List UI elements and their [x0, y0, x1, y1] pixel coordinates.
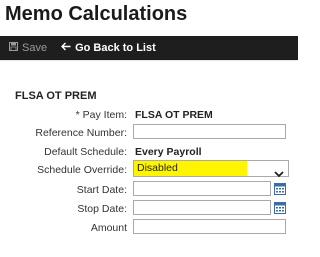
- save-button-label: Save: [22, 42, 48, 54]
- save-icon: [9, 42, 18, 54]
- reference-number-label: Reference Number:: [35, 127, 127, 139]
- default-schedule-label: Default Schedule:: [44, 146, 127, 158]
- reference-number-row: Reference Number:: [0, 124, 298, 143]
- go-back-button-label: Go Back to List: [75, 42, 156, 54]
- amount-row: Amount: [0, 219, 298, 238]
- page-title: Memo Calculations: [5, 3, 188, 25]
- amount-input[interactable]: [133, 219, 286, 234]
- schedule-override-label: Schedule Override:: [37, 164, 127, 176]
- go-back-button[interactable]: Go Back to List: [61, 36, 156, 60]
- save-button[interactable]: Save: [9, 36, 47, 60]
- reference-number-input[interactable]: [133, 124, 286, 139]
- start-date-row: Start Date:: [0, 181, 298, 200]
- pay-item-label: * Pay Item:: [75, 109, 127, 121]
- pay-item-row: * Pay Item: FLSA OT PREM: [0, 106, 298, 125]
- schedule-override-row: Schedule Override: Disabled: [0, 160, 298, 179]
- default-schedule-value: Every Payroll: [135, 146, 202, 158]
- start-date-input[interactable]: [133, 181, 271, 196]
- pay-item-value: FLSA OT PREM: [135, 109, 213, 121]
- toolbar: Save Go Back to List: [0, 36, 298, 60]
- schedule-override-select[interactable]: Disabled: [133, 160, 289, 178]
- stop-date-row: Stop Date:: [0, 200, 298, 219]
- arrow-left-icon: [61, 42, 71, 54]
- schedule-override-value: Disabled: [137, 162, 178, 174]
- calendar-icon[interactable]: [274, 201, 286, 219]
- calendar-icon[interactable]: [274, 182, 286, 200]
- amount-label: Amount: [90, 222, 127, 234]
- section-title: FLSA OT PREM: [15, 90, 97, 102]
- start-date-label: Start Date:: [76, 184, 127, 196]
- stop-date-input[interactable]: [133, 200, 271, 215]
- stop-date-label: Stop Date:: [77, 203, 127, 215]
- form-panel: FLSA OT PREM * Pay Item: FLSA OT PREM Re…: [0, 60, 298, 257]
